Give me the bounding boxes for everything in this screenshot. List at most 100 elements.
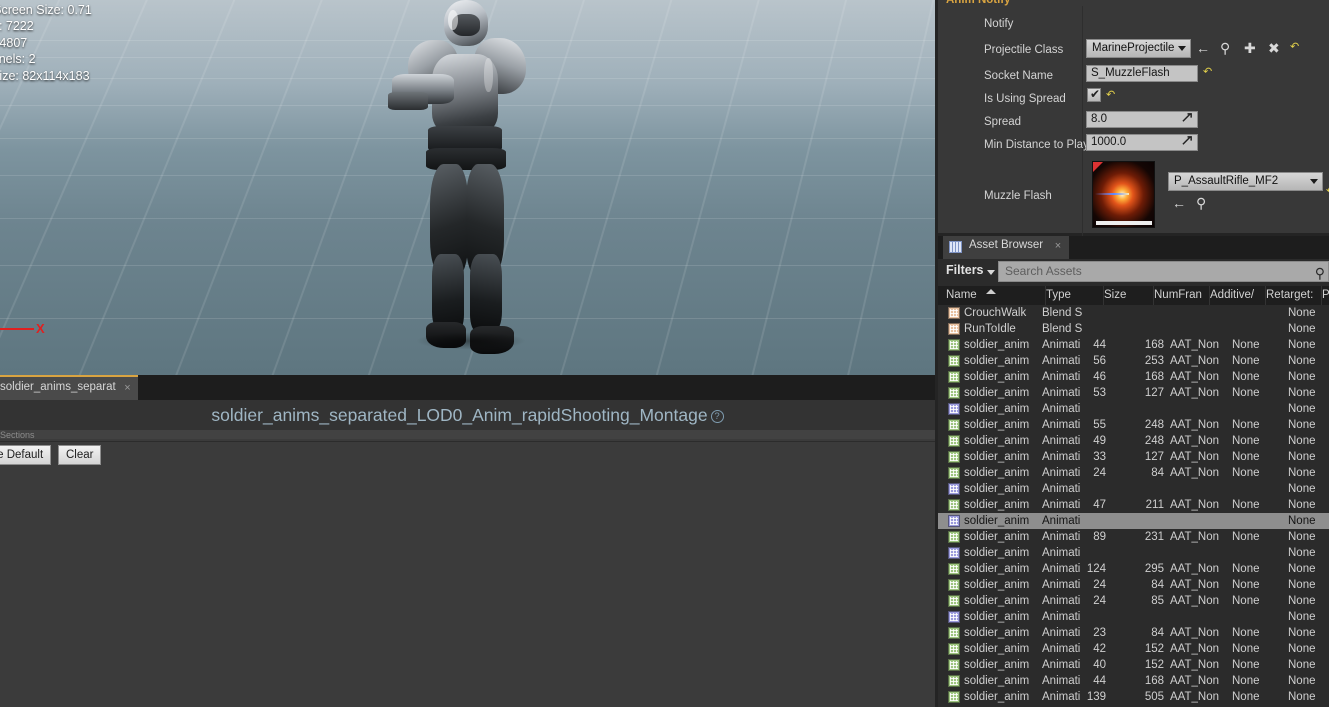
- back-arrow-icon[interactable]: ←: [1172, 196, 1186, 210]
- table-row[interactable]: soldier_anim Animati 23 84 AAT_Non None None: [938, 625, 1329, 641]
- asset-numframes: 152: [1144, 643, 1164, 655]
- asset-table-header: NameTypeSizeNumFranAdditive/Retarget:Pre…: [938, 286, 1329, 305]
- back-arrow-icon[interactable]: ←: [1196, 41, 1210, 55]
- table-row[interactable]: soldier_anim Animati 139 505 AAT_Non None None: [938, 689, 1329, 705]
- muzzle-flash-thumbnail[interactable]: [1092, 161, 1155, 228]
- asset-numframes: 127: [1144, 451, 1164, 463]
- asset-preview-mesh: None: [1288, 563, 1316, 575]
- column-header-additiveanimtype[interactable]: Additive/: [1210, 286, 1266, 305]
- table-row[interactable]: soldier_anim Animati 47 211 AAT_Non None None: [938, 497, 1329, 513]
- table-row[interactable]: soldier_anim Animati 46 168 AAT_Non None None: [938, 369, 1329, 385]
- column-header-previewskeletalmesh[interactable]: Prev: [1322, 286, 1329, 305]
- projectile-class-combo[interactable]: MarineProjectile: [1086, 39, 1191, 58]
- add-icon[interactable]: ✚: [1244, 41, 1256, 55]
- search-assets-input[interactable]: Search Assets ⚲: [998, 261, 1329, 282]
- gizmo-x-axis: [0, 328, 34, 330]
- asset-preview-mesh: None: [1288, 659, 1316, 671]
- asset-numframes: 168: [1144, 371, 1164, 383]
- table-row[interactable]: soldier_anim Animati 124 295 AAT_Non None None: [938, 561, 1329, 577]
- table-row[interactable]: soldier_anim Animati None: [938, 401, 1329, 417]
- montage-title-text: soldier_anims_separated_LOD0_Anim_rapidS…: [211, 405, 708, 425]
- asset-numframes: 84: [1151, 467, 1164, 479]
- table-row[interactable]: soldier_anim Animati 53 127 AAT_Non None None: [938, 385, 1329, 401]
- asset-name: soldier_anim: [964, 691, 1030, 703]
- table-row[interactable]: soldier_anim Animati 24 85 AAT_Non None None: [938, 593, 1329, 609]
- asset-type-icon: [948, 515, 960, 527]
- table-row[interactable]: soldier_anim Animati 55 248 AAT_Non None None: [938, 417, 1329, 433]
- asset-size: 56: [1093, 355, 1106, 367]
- table-row[interactable]: soldier_anim Animati 49 248 AAT_Non None None: [938, 433, 1329, 449]
- table-row[interactable]: RunToIdle Blend S None: [938, 321, 1329, 337]
- search-icon[interactable]: ⚲: [1315, 264, 1325, 283]
- asset-additive-type: AAT_Non: [1170, 531, 1220, 543]
- table-row[interactable]: soldier_anim Animati None: [938, 513, 1329, 529]
- table-row[interactable]: soldier_anim Animati 24 84 AAT_Non None None: [938, 577, 1329, 593]
- table-row[interactable]: soldier_anim Animati 44 168 AAT_Non None None: [938, 673, 1329, 689]
- asset-size: [1046, 305, 1106, 321]
- muzzle-flash-combo[interactable]: P_AssaultRifle_MF2: [1168, 172, 1323, 191]
- table-row[interactable]: soldier_anim Animati 89 231 AAT_Non None None: [938, 529, 1329, 545]
- table-row[interactable]: soldier_anim Animati 40 152 AAT_Non None None: [938, 657, 1329, 673]
- asset-preview-mesh: None: [1288, 611, 1316, 623]
- reset-icon[interactable]: ↶: [1203, 67, 1212, 78]
- help-icon[interactable]: ?: [710, 410, 724, 423]
- column-header-size[interactable]: Size: [1104, 286, 1154, 305]
- table-row[interactable]: soldier_anim Animati 44 168 AAT_Non None None: [938, 337, 1329, 353]
- close-icon[interactable]: ×: [124, 382, 130, 394]
- browse-search-icon[interactable]: ⚲: [1220, 41, 1230, 55]
- is-using-spread-checkbox[interactable]: ✔: [1087, 88, 1101, 102]
- check-icon: ✔: [1090, 87, 1101, 101]
- asset-name: soldier_anim: [964, 371, 1030, 383]
- preview-viewport[interactable]: Current Screen Size: 0.71 Triangles: 7222…: [0, 0, 935, 375]
- drag-handle-icon[interactable]: [1182, 113, 1193, 124]
- asset-additive-type: AAT_Non: [1170, 355, 1220, 367]
- asset-preview-mesh: None: [1288, 307, 1316, 319]
- montage-document-tab[interactable]: soldier_anims_separat ×: [0, 375, 138, 400]
- character-preview: [388, 0, 538, 364]
- asset-retarget-source: None: [1232, 435, 1260, 447]
- close-icon[interactable]: ×: [1055, 240, 1061, 252]
- asset-additive-type: [1170, 513, 1226, 529]
- drag-handle-icon[interactable]: [1182, 136, 1193, 147]
- table-row[interactable]: soldier_anim Animati 42 152 AAT_Non None None: [938, 641, 1329, 657]
- asset-retarget-source: [1232, 545, 1282, 561]
- details-panel-body: Notify Projectile Class MarineProjectile…: [940, 6, 1329, 239]
- asset-name: soldier_anim: [964, 403, 1030, 415]
- asset-additive-type: [1170, 609, 1226, 625]
- table-row[interactable]: soldier_anim Animati None: [938, 545, 1329, 561]
- socket-name-input[interactable]: S_MuzzleFlash: [1086, 65, 1198, 82]
- column-header-name[interactable]: Name: [946, 286, 1046, 305]
- asset-name: CrouchWalk: [964, 307, 1027, 319]
- filters-button[interactable]: Filters: [946, 263, 995, 277]
- asset-type-icon: [948, 435, 960, 447]
- table-row[interactable]: soldier_anim Animati None: [938, 609, 1329, 625]
- table-row[interactable]: soldier_anim Animati 33 127 AAT_Non None None: [938, 449, 1329, 465]
- column-header-retargetsource[interactable]: Retarget:: [1266, 286, 1322, 305]
- reset-icon[interactable]: ↶: [1290, 42, 1299, 53]
- browse-search-icon[interactable]: ⚲: [1196, 196, 1206, 210]
- clear-x-icon[interactable]: ✖: [1268, 41, 1280, 55]
- table-row[interactable]: CrouchWalk Blend S None: [938, 305, 1329, 321]
- create-default-button[interactable]: Create Default: [0, 445, 52, 465]
- table-row[interactable]: soldier_anim Animati 24 84 AAT_Non None None: [938, 465, 1329, 481]
- asset-retarget-source: [1232, 513, 1282, 529]
- clear-button[interactable]: Clear: [58, 445, 102, 465]
- table-row[interactable]: soldier_anim Animati None: [938, 481, 1329, 497]
- asset-numframes: 231: [1144, 531, 1164, 543]
- asset-table-body[interactable]: CrouchWalk Blend S None RunToIdle Blend S Non…: [938, 305, 1329, 707]
- table-row[interactable]: soldier_anim Animati 56 253 AAT_Non None None: [938, 353, 1329, 369]
- asset-numframes: [1108, 609, 1164, 625]
- column-header-numframes[interactable]: NumFran: [1154, 286, 1210, 305]
- asset-size: 139: [1086, 691, 1106, 703]
- asset-additive-type: AAT_Non: [1170, 675, 1220, 687]
- asset-additive-type: AAT_Non: [1170, 371, 1220, 383]
- asset-browser-filter-row: Filters Search Assets ⚲: [938, 259, 1329, 286]
- spread-label: Spread: [984, 116, 1022, 128]
- asset-preview-mesh: None: [1288, 403, 1316, 415]
- asset-name: soldier_anim: [964, 419, 1030, 431]
- reset-icon[interactable]: ↶: [1106, 90, 1115, 101]
- tab-asset-browser[interactable]: Asset Browser ×: [943, 236, 1070, 259]
- asset-type-icon: [948, 675, 960, 687]
- column-header-type[interactable]: Type: [1046, 286, 1104, 305]
- asset-type-icon: [948, 355, 960, 367]
